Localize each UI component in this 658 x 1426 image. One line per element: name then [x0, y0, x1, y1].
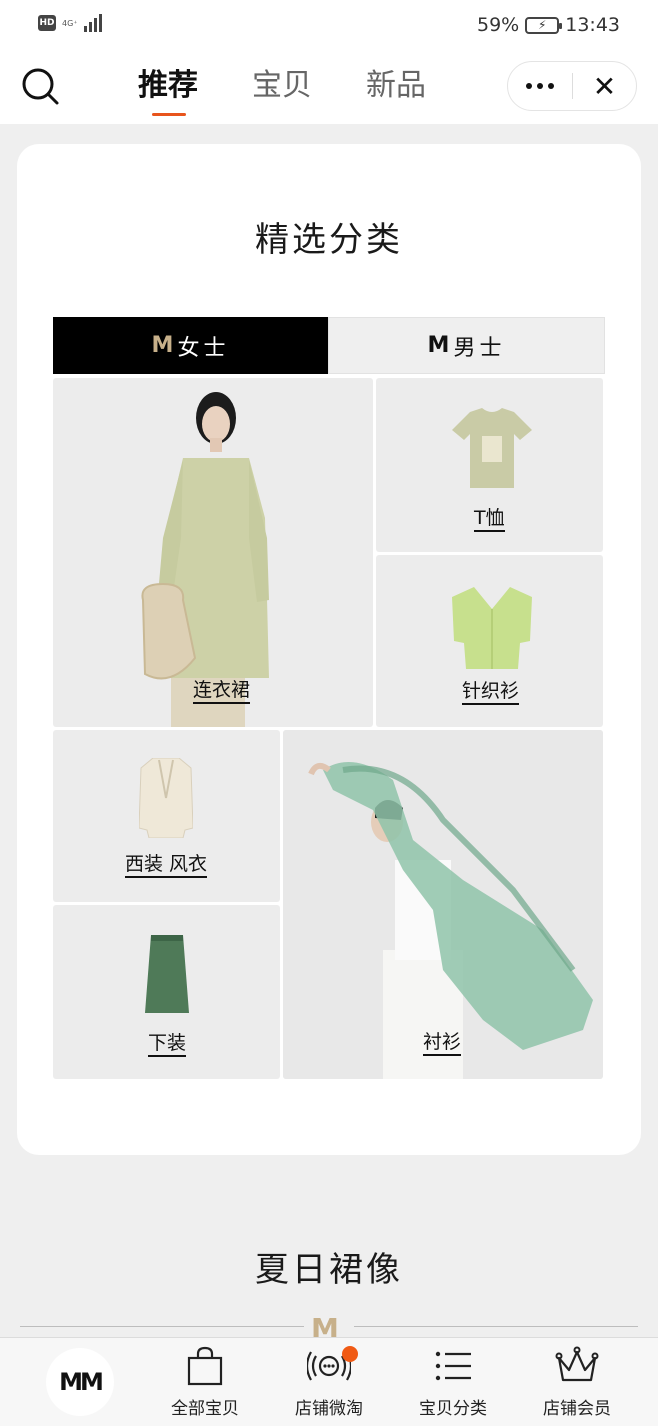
- list-icon: [435, 1351, 471, 1381]
- category-label: 下装: [148, 1031, 187, 1057]
- tab-label: 店铺会员: [543, 1399, 611, 1419]
- search-icon[interactable]: [20, 66, 60, 106]
- tab-new[interactable]: 新品: [366, 66, 426, 110]
- gender-tabs: M 女士 M 男士: [53, 317, 605, 374]
- divider-line: [354, 1326, 638, 1327]
- battery-icon: ⚡: [525, 16, 563, 34]
- category-label: 针织衫: [462, 679, 520, 705]
- category-bottoms[interactable]: 下装: [53, 905, 280, 1079]
- tab-women[interactable]: M 女士: [53, 317, 328, 374]
- shopping-bag-icon: [187, 1346, 223, 1386]
- tab-men-label: 男士: [453, 335, 506, 361]
- tab-store-feed[interactable]: 店铺微淘: [274, 1346, 384, 1419]
- more-dots-icon[interactable]: [508, 62, 572, 110]
- section-title: 精选分类: [255, 220, 403, 260]
- tab-categories[interactable]: 宝贝分类: [398, 1346, 508, 1419]
- category-suit-trench[interactable]: 西装 风衣: [53, 730, 280, 902]
- tab-membership[interactable]: 店铺会员: [522, 1346, 632, 1419]
- mini-program-capsule: ✕: [507, 61, 637, 111]
- network-type: 4G⁺: [62, 18, 78, 28]
- category-knitwear[interactable]: 针织衫: [376, 555, 603, 727]
- dress-model-image: [141, 392, 269, 727]
- clock: 13:43: [565, 14, 620, 36]
- tab-all-products[interactable]: 全部宝贝: [150, 1346, 260, 1419]
- tab-label: 全部宝贝: [171, 1399, 239, 1419]
- skirt-image: [145, 935, 189, 1013]
- category-dress[interactable]: 连衣裙: [53, 378, 373, 727]
- category-label: 连衣裙: [193, 678, 251, 704]
- store-logo: MM: [59, 1368, 104, 1396]
- brand-m-icon: M: [151, 333, 174, 358]
- category-label: 西装 风衣: [125, 852, 208, 878]
- tab-products[interactable]: 宝贝: [252, 66, 312, 110]
- brand-m-icon: M: [427, 333, 450, 358]
- category-label: T恤: [474, 506, 505, 532]
- category-tshirt[interactable]: T恤: [376, 378, 603, 552]
- tshirt-image: [452, 408, 532, 488]
- store-home-button[interactable]: MM: [46, 1348, 114, 1416]
- cardigan-image: [452, 587, 532, 669]
- hd-badge: HD: [38, 15, 56, 31]
- tab-women-label: 女士: [177, 335, 230, 361]
- bottom-tab-bar: MM 全部宝贝 店铺微淘 宝贝分类 店铺会员: [0, 1337, 658, 1426]
- top-nav: 推荐 宝贝 新品 ✕: [0, 52, 658, 124]
- status-bar: HD 4G⁺ 59% ⚡ 13:43: [0, 0, 658, 52]
- summer-section-title: 夏日裙像: [255, 1250, 403, 1290]
- tab-recommend[interactable]: 推荐: [138, 66, 198, 116]
- category-label: 衬衫: [423, 1030, 462, 1056]
- tab-men[interactable]: M 男士: [328, 317, 605, 374]
- featured-categories-card: 精选分类 M 女士 M 男士 连衣裙 T恤 针织衫 西装 风衣 下装 衬衫: [17, 144, 641, 1155]
- battery-percent: 59%: [477, 14, 520, 36]
- blazer-image: [139, 758, 193, 838]
- signal-icon: [83, 14, 102, 32]
- notification-dot: [342, 1346, 358, 1362]
- divider-line: [20, 1326, 304, 1327]
- tab-label: 宝贝分类: [419, 1399, 487, 1419]
- close-icon[interactable]: ✕: [573, 62, 636, 110]
- category-shirts[interactable]: 衬衫: [283, 730, 603, 1079]
- tab-label: 店铺微淘: [295, 1399, 363, 1419]
- shirt-model-image: [283, 730, 603, 1079]
- tab-bar: 推荐 宝贝 新品: [138, 66, 426, 116]
- crown-icon: [555, 1346, 599, 1382]
